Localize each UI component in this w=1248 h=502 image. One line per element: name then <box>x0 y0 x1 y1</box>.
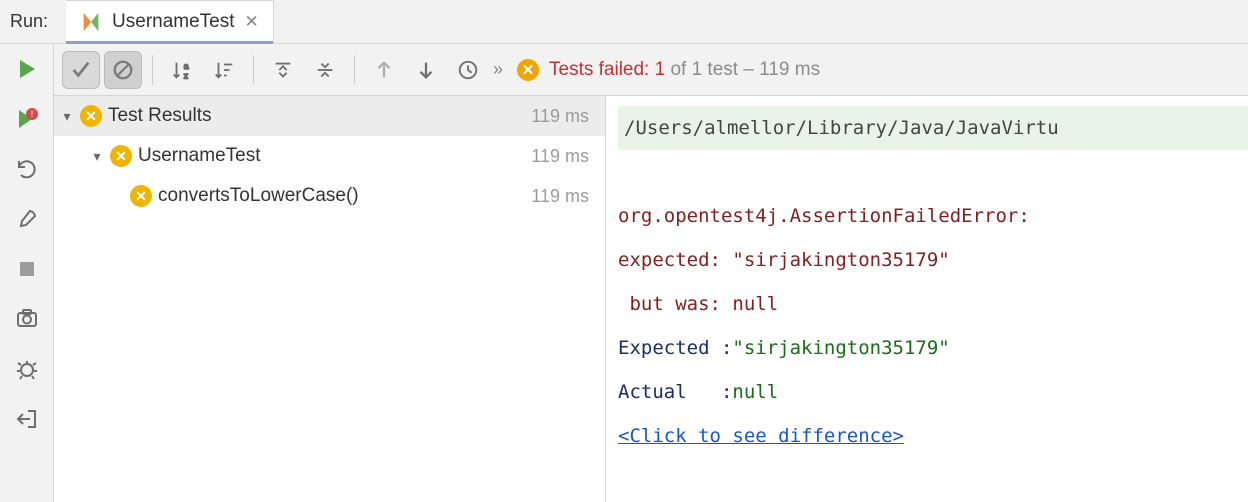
tree-class-label: UsernameTest <box>138 145 261 167</box>
tree-method-row[interactable]: ✕ convertsToLowerCase() 119 ms <box>54 176 605 216</box>
exit-icon[interactable] <box>12 404 42 434</box>
fail-badge-icon: ✕ <box>130 185 152 207</box>
status-failed-text: Tests failed: 1 <box>549 59 665 80</box>
stop-icon[interactable] <box>12 254 42 284</box>
error-line: but was: null <box>618 282 1248 326</box>
run-tool-tabbar: Run: UsernameTest ✕ <box>0 0 1248 44</box>
run-label: Run: <box>0 11 66 32</box>
settings-icon[interactable] <box>12 204 42 234</box>
rerun-icon[interactable] <box>12 54 42 84</box>
expected-line: Expected :"sirjakington35179" <box>618 326 1248 370</box>
sort-alpha-icon[interactable]: az <box>163 51 201 89</box>
run-gutter: ! <box>0 44 54 502</box>
expand-all-icon[interactable] <box>264 51 302 89</box>
test-tree[interactable]: ▾ ✕ Test Results 119 ms ▾ ✕ UsernameTest… <box>54 96 606 502</box>
error-line: expected: "sirjakington35179" <box>618 238 1248 282</box>
console-output[interactable]: /Users/almellor/Library/Java/JavaVirtu o… <box>606 96 1248 502</box>
dump-icon[interactable] <box>12 304 42 334</box>
test-toolbar: az » ✕ Tests failed: 1 of 1 test – 119 m… <box>54 44 1248 96</box>
tree-method-label: convertsToLowerCase() <box>158 185 359 207</box>
run-config-icon <box>80 11 102 33</box>
status-summary-text: of 1 test – 119 ms <box>665 59 820 80</box>
tab-usernametest[interactable]: UsernameTest ✕ <box>66 0 274 43</box>
fail-badge-icon: ✕ <box>80 105 102 127</box>
next-fail-icon[interactable] <box>407 51 445 89</box>
history-icon[interactable] <box>449 51 487 89</box>
svg-text:a: a <box>184 62 189 71</box>
svg-text:z: z <box>184 71 188 80</box>
sort-duration-icon[interactable] <box>205 51 243 89</box>
fail-badge-icon: ✕ <box>110 145 132 167</box>
more-icon[interactable]: » <box>493 59 503 80</box>
tree-root-label: Test Results <box>108 105 211 127</box>
collapse-all-icon[interactable] <box>306 51 344 89</box>
tree-root-duration: 119 ms <box>531 106 589 127</box>
error-line: org.opentest4j.AssertionFailedError: <box>618 194 1248 238</box>
debug-icon[interactable] <box>12 354 42 384</box>
svg-text:!: ! <box>30 109 33 119</box>
see-difference-link[interactable]: <Click to see difference> <box>618 425 904 447</box>
chevron-down-icon[interactable]: ▾ <box>88 148 106 165</box>
prev-fail-icon[interactable] <box>365 51 403 89</box>
rerun-failed-icon[interactable]: ! <box>12 104 42 134</box>
chevron-down-icon[interactable]: ▾ <box>58 108 76 125</box>
tree-method-duration: 119 ms <box>531 186 589 207</box>
actual-line: Actual :null <box>618 370 1248 414</box>
status-failed-icon: ✕ <box>517 59 539 81</box>
show-passed-toggle[interactable] <box>62 51 100 89</box>
toggle-autotest-icon[interactable] <box>12 154 42 184</box>
tree-class-row[interactable]: ▾ ✕ UsernameTest 119 ms <box>54 136 605 176</box>
close-icon[interactable]: ✕ <box>245 12 259 32</box>
cmd-line: /Users/almellor/Library/Java/JavaVirtu <box>618 106 1248 150</box>
show-ignored-toggle[interactable] <box>104 51 142 89</box>
tree-root-row[interactable]: ▾ ✕ Test Results 119 ms <box>54 96 605 136</box>
tab-title: UsernameTest <box>112 11 235 33</box>
tree-class-duration: 119 ms <box>531 146 589 167</box>
